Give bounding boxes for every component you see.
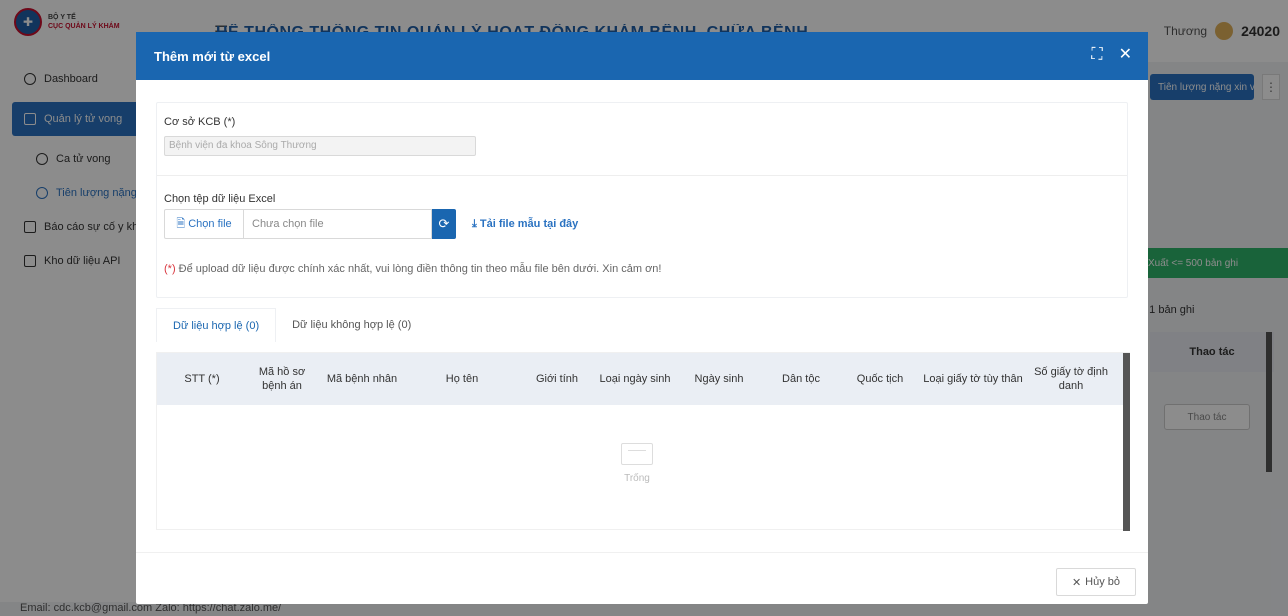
tab-invalid-data[interactable]: Dữ liệu không hợp lệ (0) (276, 308, 427, 342)
column-header: Loại giấy tờ tùy thân (923, 373, 1023, 385)
column-header: Dân tộc (782, 373, 820, 385)
column-header: Loại ngày sinh (599, 373, 671, 385)
download-icon: ⤓ (472, 217, 477, 230)
file-name-input[interactable]: Chưa chọn file (244, 209, 432, 239)
cancel-label: Hủy bỏ (1085, 576, 1121, 588)
table-header: STT (*) Mã hồ sơ bệnh án Mã bệnh nhân Họ… (157, 353, 1123, 405)
upload-form: Cơ sở KCB (*) Bệnh viện đa khoa Sông Thư… (156, 102, 1128, 298)
facility-label: Cơ sở KCB (*) (164, 116, 236, 128)
column-header: Số giấy tờ định danh (1034, 366, 1108, 392)
column-header: STT (*) (184, 373, 220, 385)
divider (157, 175, 1127, 176)
data-tabs: Dữ liệu hợp lệ (0) Dữ liệu không hợp lệ … (156, 308, 427, 342)
column-header: Mã hồ sơ bệnh án (258, 366, 306, 392)
empty-text: Trống (624, 473, 650, 484)
column-header: Họ tên (445, 373, 479, 385)
import-table: STT (*) Mã hồ sơ bệnh án Mã bệnh nhân Họ… (156, 352, 1130, 531)
close-icon: ✕ (1071, 576, 1082, 589)
upload-note: (*) Để upload dữ liệu được chính xác nhấ… (164, 263, 661, 275)
facility-field: Bệnh viện đa khoa Sông Thương (164, 136, 476, 156)
download-template-label: Tải file mẫu tại đây (479, 218, 579, 230)
column-header: Giới tính (535, 373, 579, 385)
note-text: Để upload dữ liệu được chính xác nhất, v… (178, 263, 662, 275)
empty-state: Trống (587, 443, 687, 484)
file-label: Chọn tệp dữ liệu Excel (164, 193, 276, 205)
table-scrollbar[interactable] (1123, 353, 1130, 531)
column-header: Mã bệnh nhân (326, 373, 398, 385)
refresh-icon[interactable]: ⟳ (432, 209, 456, 239)
file-icon: 🗎 (176, 217, 186, 230)
close-icon[interactable]: ✕ (1119, 46, 1132, 64)
column-header: Ngày sinh (694, 373, 744, 385)
choose-file-label: Chọn file (188, 218, 232, 230)
tab-valid-data[interactable]: Dữ liệu hợp lệ (0) (156, 308, 277, 342)
fullscreen-icon[interactable]: ⛶ (1091, 46, 1102, 64)
required-marker: (*) (164, 263, 176, 275)
column-header: Quốc tịch (856, 373, 904, 385)
footer-divider (136, 552, 1148, 553)
inbox-icon (621, 443, 653, 465)
download-template-link[interactable]: ⤓ Tải file mẫu tại đây (472, 218, 578, 231)
cancel-button[interactable]: ✕ Hủy bỏ (1056, 568, 1136, 596)
modal-header: Thêm mới từ excel ⛶ ✕ (136, 32, 1148, 80)
import-excel-modal: Thêm mới từ excel ⛶ ✕ Cơ sở KCB (*) Bệnh… (136, 32, 1148, 604)
choose-file-button[interactable]: 🗎 Chọn file (164, 209, 244, 239)
modal-title: Thêm mới từ excel (154, 48, 271, 64)
